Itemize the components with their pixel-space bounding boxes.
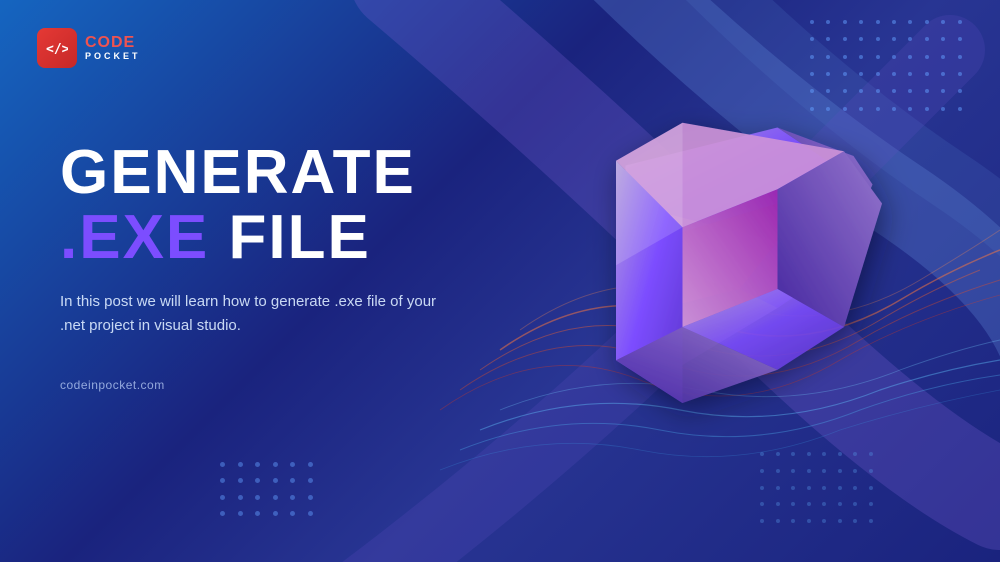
description-text: In this post we will learn how to genera… (60, 290, 460, 338)
logo-in-pocket: POCKET (85, 52, 141, 62)
logo-text: CODE POCKET (85, 34, 141, 61)
dots-bottom-center: (function(){ var container = document.qu… (220, 462, 320, 522)
svg-text:</>: </> (46, 42, 68, 56)
website-url: codeinpocket.com (60, 378, 520, 392)
headline-line2: .EXE FILE (60, 205, 520, 270)
logo-code: CODE (85, 34, 141, 52)
headline-rest: FILE (209, 203, 371, 272)
logo-code-word: CODE (85, 34, 135, 51)
headline: GENERATE .EXE FILE (60, 140, 520, 270)
headline-accent: .EXE (60, 203, 209, 272)
background: (function(){ var container = document.qu… (0, 0, 1000, 562)
vs-logo (540, 80, 920, 460)
logo-container: </> CODE POCKET (37, 28, 141, 68)
dots-bottom-right: (function(){ var container = document.qu… (760, 452, 880, 532)
logo-icon: </> (37, 28, 77, 68)
main-content: GENERATE .EXE FILE In this post we will … (60, 140, 520, 392)
headline-line1: GENERATE (60, 140, 520, 205)
